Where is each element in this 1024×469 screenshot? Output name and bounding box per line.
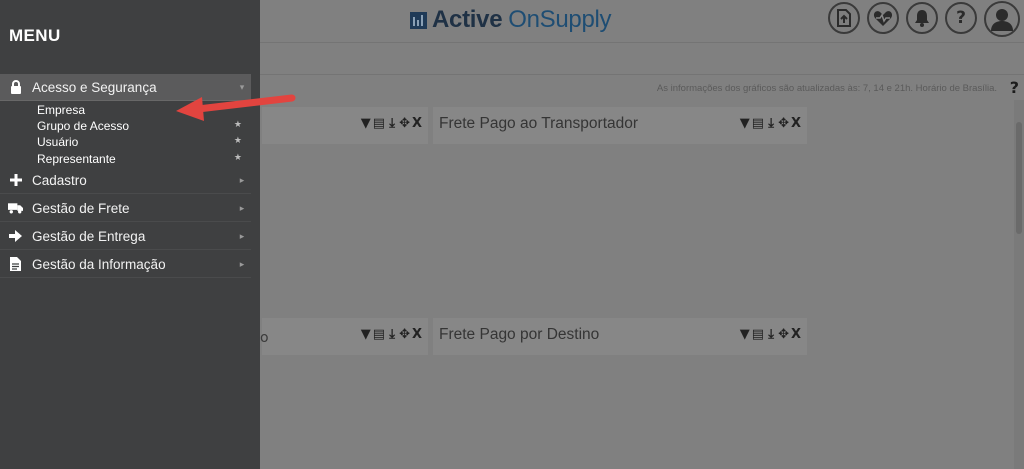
move-icon[interactable]: ✥ <box>399 116 410 131</box>
logo-text-onsupply: OnSupply <box>508 6 612 33</box>
download-icon[interactable]: ⤓ <box>766 327 776 342</box>
menu-item-label: Cadastro <box>32 172 87 188</box>
caret-right-icon: ▸ <box>239 230 245 241</box>
menu-title: MENU <box>9 26 61 45</box>
page-scrollbar[interactable] <box>1014 100 1024 469</box>
panel-tools: ▼ ▤ ⤓ ✥ X <box>740 327 801 342</box>
submenu-item-representante[interactable]: Representante ★ <box>37 151 251 167</box>
caret-right-icon: ▸ <box>239 202 245 213</box>
submenu-item-label: Grupo de Acesso <box>37 119 130 133</box>
bell-icon[interactable] <box>906 2 938 34</box>
truck-icon <box>8 202 23 214</box>
chart-panel-header: Frete Pago por Destino ▼ ▤ ⤓ ✥ X <box>433 318 807 355</box>
panel-tools: ▼ ▤ ⤓ ✥ X <box>361 116 422 131</box>
lock-icon <box>8 80 23 94</box>
print-icon[interactable]: ▤ <box>373 116 385 131</box>
upload-doc-icon[interactable] <box>828 2 860 34</box>
download-icon[interactable]: ⤓ <box>387 327 397 342</box>
download-icon[interactable]: ⤓ <box>766 116 776 131</box>
filter-icon[interactable]: ▼ <box>361 327 371 342</box>
move-icon[interactable]: ✥ <box>778 327 789 342</box>
favorite-star-icon[interactable]: ★ <box>234 135 242 146</box>
chart-panel-header: Frete Pago ao Transportador ▼ ▤ ⤓ ✥ X <box>433 107 807 144</box>
scrollbar-thumb[interactable] <box>1016 122 1022 234</box>
submenu-item-label: Usuário <box>37 135 79 149</box>
print-icon[interactable]: ▤ <box>752 327 764 342</box>
chart-panel-header: ▼ ▤ ⤓ ✥ X <box>262 318 428 355</box>
submenu-item-label: Representante <box>37 152 116 166</box>
user-avatar-icon[interactable] <box>984 1 1020 37</box>
panel-tools: ▼ ▤ ⤓ ✥ X <box>361 327 422 342</box>
help-question-icon[interactable]: ? <box>1010 78 1019 97</box>
panel-tools: ▼ ▤ ⤓ ✥ X <box>740 116 801 131</box>
favorite-star-icon[interactable]: ★ <box>234 152 242 163</box>
logo-chart-icon <box>410 11 427 29</box>
menu-item-cadastro[interactable]: Cadastro ▸ <box>0 167 251 194</box>
menu-item-label: Gestão de Entrega <box>32 228 146 244</box>
download-icon[interactable]: ⤓ <box>387 116 397 131</box>
menu-item-gestao-entrega[interactable]: Gestão de Entrega ▸ <box>0 223 251 250</box>
move-icon[interactable]: ✥ <box>399 327 410 342</box>
active-onsupply-logo[interactable]: Active OnSupply <box>410 6 612 34</box>
filter-icon[interactable]: ▼ <box>740 116 750 131</box>
close-icon[interactable]: X <box>412 116 422 131</box>
submenu-item-usuario[interactable]: Usuário ★ <box>37 134 251 150</box>
caret-down-icon: ▾ <box>239 81 245 92</box>
panel-title: Frete Pago ao Transportador <box>439 115 639 132</box>
panel-title: Frete Pago por Destino <box>439 326 600 343</box>
filter-icon[interactable]: ▼ <box>740 327 750 342</box>
plus-icon <box>8 174 23 186</box>
submenu-item-label: Empresa <box>37 103 86 117</box>
print-icon[interactable]: ▤ <box>752 116 764 131</box>
help-icon[interactable]: ? <box>945 2 977 34</box>
logo-text-active: Active <box>432 6 503 33</box>
caret-right-icon: ▸ <box>239 174 245 185</box>
close-icon[interactable]: X <box>412 327 422 342</box>
menu-item-label: Gestão da Informação <box>32 256 166 272</box>
arrow-right-icon <box>8 230 23 242</box>
menu-item-gestao-informacao[interactable]: Gestão da Informação ▸ <box>0 251 251 278</box>
move-icon[interactable]: ✥ <box>778 116 789 131</box>
filter-icon[interactable]: ▼ <box>361 116 371 131</box>
document-icon <box>8 257 23 271</box>
menu-item-gestao-frete[interactable]: Gestão de Frete ▸ <box>0 195 251 222</box>
print-icon[interactable]: ▤ <box>373 327 385 342</box>
close-icon[interactable]: X <box>791 327 801 342</box>
annotation-arrow-icon <box>176 94 296 121</box>
header-actions: ? <box>828 1 1020 37</box>
close-icon[interactable]: X <box>791 116 801 131</box>
side-menu: MENU Acesso e Segurança ▾ Empresa Grupo … <box>0 0 260 469</box>
update-info-text: As informações dos gráficos são atualiza… <box>656 83 997 94</box>
health-heart-icon[interactable] <box>867 2 899 34</box>
truncated-title-fragment: o <box>260 330 269 346</box>
caret-right-icon: ▸ <box>239 258 245 269</box>
menu-item-label: Gestão de Frete <box>32 200 130 216</box>
